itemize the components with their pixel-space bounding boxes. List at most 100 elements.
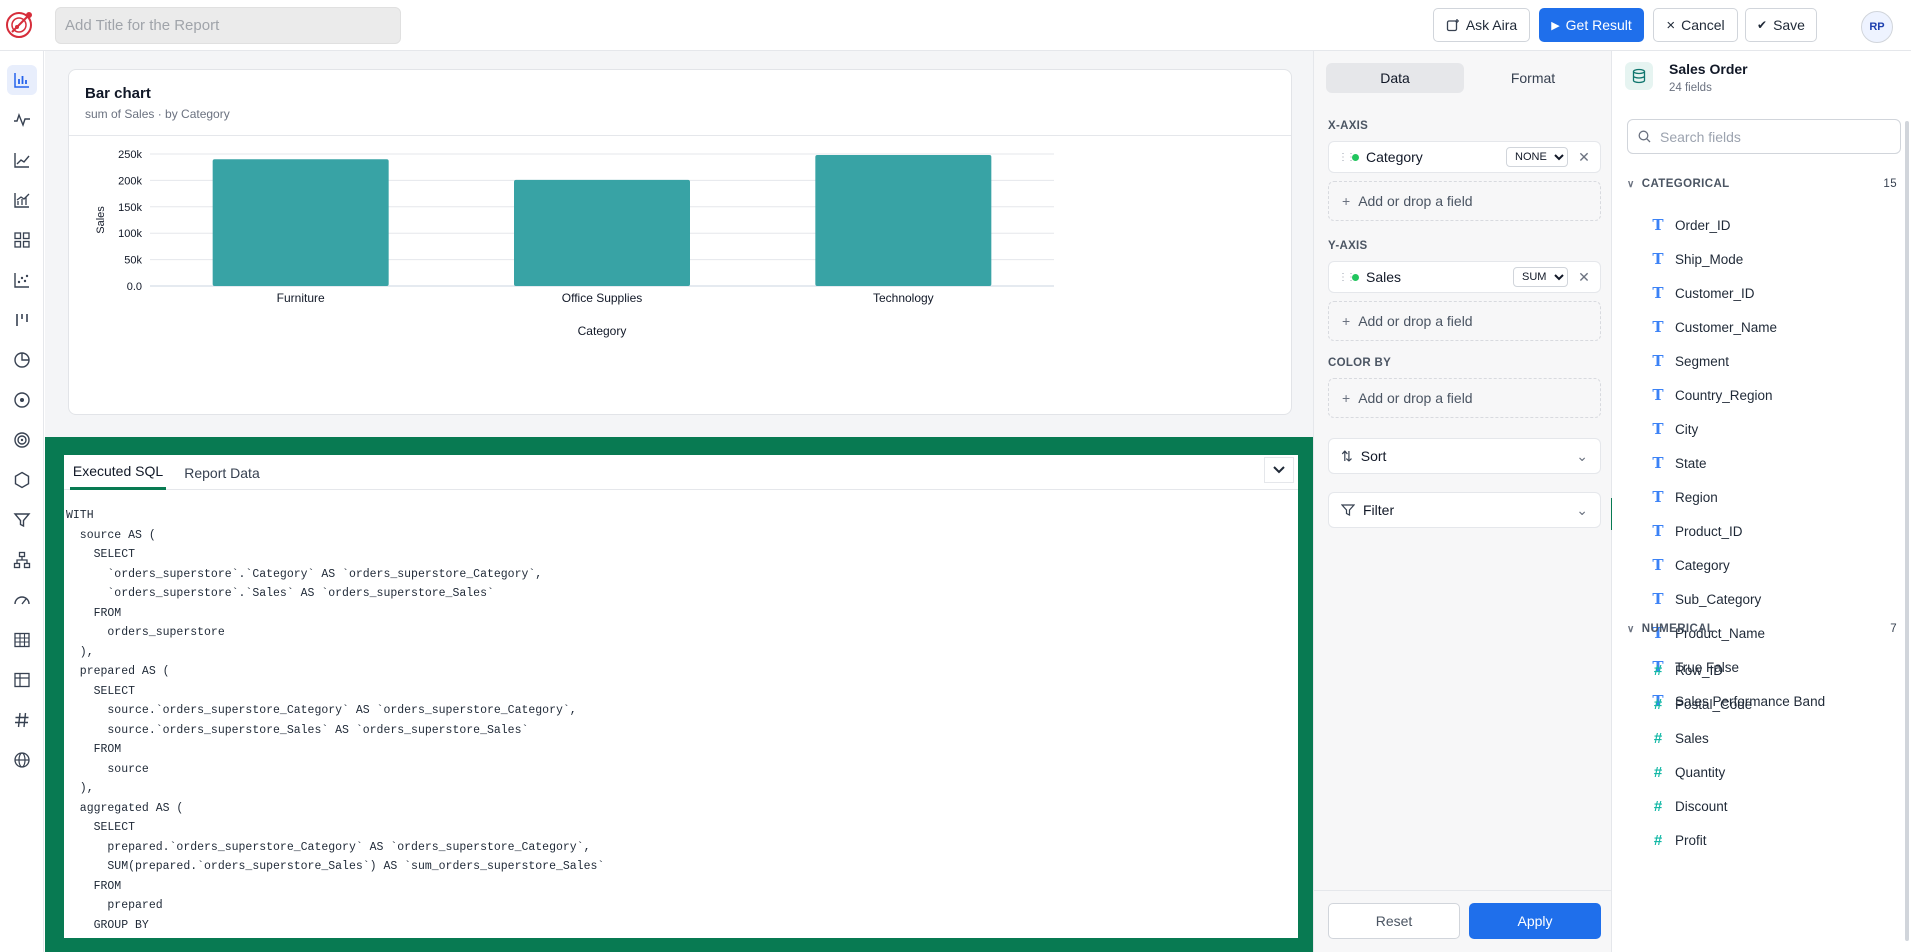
radar-icon[interactable]: [7, 425, 37, 455]
field-item[interactable]: # Sales: [1648, 726, 1709, 750]
field-name: State: [1675, 455, 1707, 471]
text-type-icon: T: [1652, 318, 1664, 336]
ask-aira-button[interactable]: Ask Aira: [1433, 8, 1530, 42]
pivot-icon[interactable]: [7, 665, 37, 695]
funnel-icon[interactable]: [7, 505, 37, 535]
field-item[interactable]: T State: [1648, 451, 1707, 475]
globe-icon[interactable]: [7, 745, 37, 775]
field-name: Sub_Category: [1675, 591, 1762, 607]
field-item[interactable]: # Row_ID: [1648, 658, 1723, 682]
report-title-input[interactable]: [55, 7, 401, 44]
x-axis-aggregation-select[interactable]: NONE: [1506, 147, 1568, 167]
scrollbar[interactable]: [1905, 121, 1909, 941]
field-item[interactable]: T City: [1648, 417, 1698, 441]
app-logo-icon[interactable]: [4, 8, 36, 40]
x-axis-field-name: Category: [1366, 149, 1423, 165]
status-dot: [1352, 153, 1359, 161]
remove-field-icon[interactable]: ✕: [1574, 269, 1594, 286]
apply-button[interactable]: Apply: [1469, 903, 1601, 939]
plus-icon: +: [1342, 313, 1351, 329]
fields-panel: Sales Order 24 fields Search fields ∨ CA…: [1612, 51, 1911, 952]
field-item[interactable]: T Segment: [1648, 349, 1729, 373]
bar: [815, 155, 992, 286]
database-icon: [1625, 62, 1653, 90]
field-item[interactable]: T Ship_Mode: [1648, 247, 1743, 271]
field-item[interactable]: T Sub_Category: [1648, 587, 1761, 611]
get-result-button[interactable]: ▶ Get Result: [1539, 8, 1644, 42]
gauge-icon[interactable]: [7, 585, 37, 615]
field-item[interactable]: T Category: [1648, 553, 1729, 577]
close-icon: ×: [1666, 16, 1676, 34]
y-tick-label: 100k: [118, 228, 142, 240]
tab-report-data[interactable]: Report Data: [172, 455, 272, 490]
filter-icon: [1341, 504, 1355, 516]
x-tick-label: Furniture: [277, 291, 325, 305]
range-icon[interactable]: [7, 305, 37, 335]
cancel-button[interactable]: × Cancel: [1653, 8, 1738, 42]
text-type-icon: T: [1652, 216, 1664, 234]
scatter-icon[interactable]: [7, 265, 37, 295]
pie-chart-icon[interactable]: [7, 345, 37, 375]
field-item[interactable]: # Discount: [1648, 794, 1728, 818]
bar: [212, 159, 389, 286]
filter-section[interactable]: Filter ⌄: [1328, 492, 1601, 528]
number-icon[interactable]: [7, 705, 37, 735]
combo-chart-icon[interactable]: [7, 185, 37, 215]
field-item[interactable]: # Profit: [1648, 828, 1707, 852]
y-axis-aggregation-select[interactable]: SUM: [1513, 267, 1568, 287]
tab-executed-sql[interactable]: Executed SQL: [70, 455, 166, 490]
line-trend-icon[interactable]: [7, 145, 37, 175]
avatar[interactable]: RP: [1861, 11, 1893, 43]
y-tick-label: 0.0: [127, 281, 142, 293]
search-fields-input[interactable]: Search fields: [1627, 119, 1901, 154]
x-axis-field[interactable]: ⋮⋮ Category NONE ✕: [1328, 141, 1601, 173]
drag-handle-icon[interactable]: ⋮⋮: [1338, 272, 1356, 283]
field-item[interactable]: T Customer_Name: [1648, 315, 1777, 339]
chevron-down-icon: ∨: [1627, 623, 1635, 635]
hexagon-icon[interactable]: [7, 465, 37, 495]
y-axis-drop-zone[interactable]: + Add or drop a field: [1328, 301, 1601, 341]
table-icon[interactable]: [7, 625, 37, 655]
tree-icon[interactable]: [7, 545, 37, 575]
text-type-icon: T: [1652, 420, 1664, 438]
drop-zone-label: Add or drop a field: [1358, 390, 1473, 406]
get-result-label: Get Result: [1565, 17, 1632, 33]
remove-field-icon[interactable]: ✕: [1574, 149, 1594, 166]
field-item[interactable]: T Country_Region: [1648, 383, 1772, 407]
sort-section[interactable]: ⇅ Sort ⌄: [1328, 438, 1601, 474]
save-button[interactable]: ✔ Save: [1745, 8, 1817, 42]
grid-icon[interactable]: [7, 225, 37, 255]
field-item[interactable]: T Region: [1648, 485, 1717, 509]
group-label: NUMERICAL: [1641, 623, 1715, 635]
field-item[interactable]: T Order_ID: [1648, 213, 1730, 237]
x-axis-drop-zone[interactable]: + Add or drop a field: [1328, 181, 1601, 221]
field-item[interactable]: T Product_ID: [1648, 519, 1743, 543]
y-axis-field[interactable]: ⋮⋮ Sales SUM ✕: [1328, 261, 1601, 293]
drop-zone-label: Add or drop a field: [1358, 313, 1473, 329]
x-tick-label: Technology: [873, 291, 934, 305]
reset-button[interactable]: Reset: [1328, 903, 1460, 939]
field-name: Row_ID: [1675, 662, 1724, 678]
field-name: Product_ID: [1675, 523, 1743, 539]
drag-handle-icon[interactable]: ⋮⋮: [1338, 152, 1356, 163]
main-area: Bar chart sum of Sales · by Category 0.0…: [45, 51, 1313, 952]
tab-data[interactable]: Data: [1326, 63, 1464, 93]
color-by-drop-zone[interactable]: + Add or drop a field: [1328, 378, 1601, 418]
number-type-icon: #: [1653, 729, 1663, 747]
field-item[interactable]: # Postal_Code: [1648, 692, 1752, 716]
donut-icon[interactable]: [7, 385, 37, 415]
group-categorical[interactable]: ∨ CATEGORICAL 15: [1627, 174, 1907, 194]
filter-label: Filter: [1363, 502, 1395, 518]
field-item[interactable]: # Quantity: [1648, 760, 1725, 784]
line-chart-icon[interactable]: [7, 105, 37, 135]
field-name: Segment: [1675, 353, 1730, 369]
chevron-down-icon: ⌄: [1576, 501, 1588, 518]
group-numerical[interactable]: ∨ NUMERICAL 7: [1627, 619, 1907, 639]
tab-format[interactable]: Format: [1464, 63, 1602, 93]
field-item[interactable]: T Customer_ID: [1648, 281, 1754, 305]
text-type-icon: T: [1652, 556, 1664, 574]
collapse-panel-button[interactable]: [1264, 457, 1294, 483]
ask-aira-label: Ask Aira: [1465, 17, 1518, 33]
sql-panel-frame: Executed SQL Report Data WITH source AS …: [45, 437, 1313, 952]
bar-chart-icon[interactable]: [7, 65, 37, 95]
